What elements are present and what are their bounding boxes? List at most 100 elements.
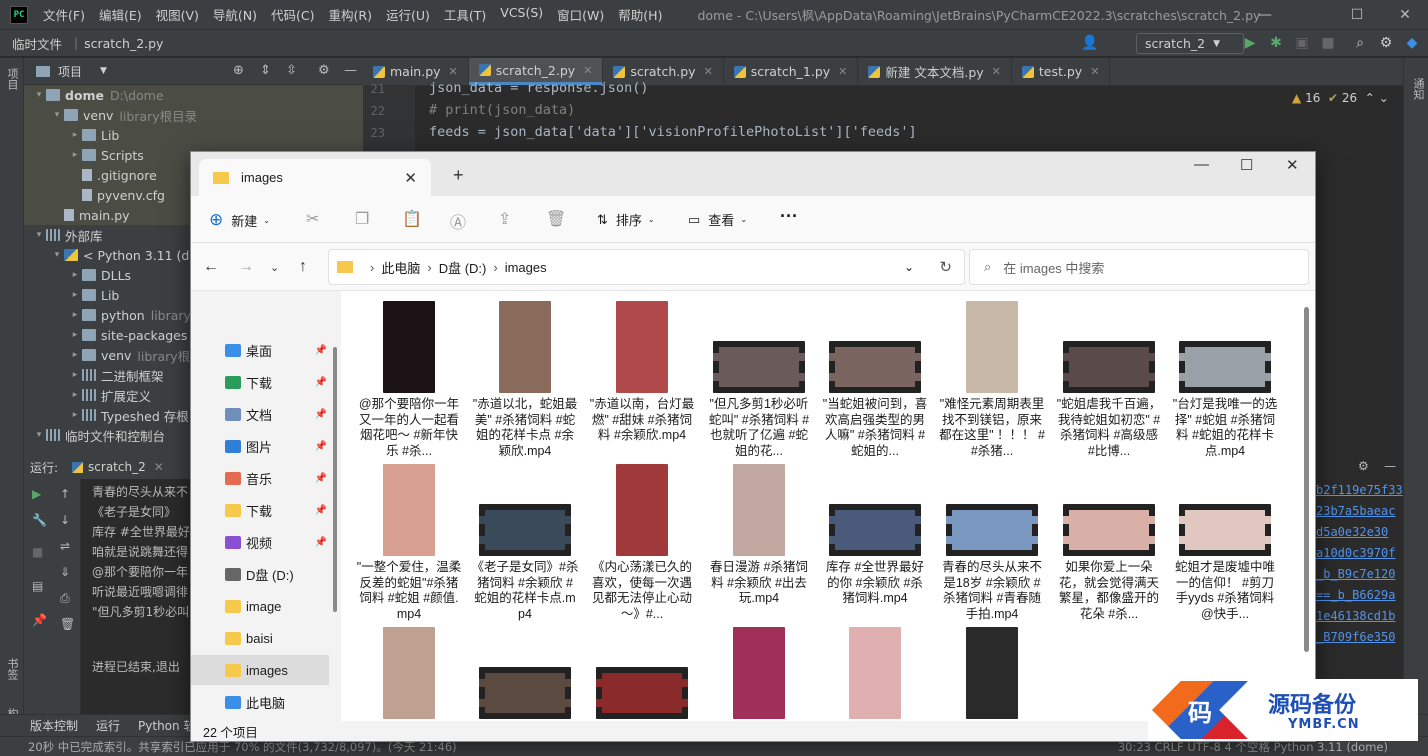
nav-item[interactable]: 下载 📌: [191, 367, 329, 397]
maximize-icon[interactable]: ☐: [1240, 156, 1253, 174]
file-item[interactable]: 如果你爱上一朵花，就会觉得满天繁星，都像盛开的花朵 #杀...: [1053, 464, 1165, 622]
file-item[interactable]: [936, 627, 1048, 721]
nav-item[interactable]: 视频 📌: [191, 527, 329, 557]
project-tool-tab[interactable]: 项目: [4, 68, 20, 90]
close-icon[interactable]: ✕: [838, 65, 847, 78]
file-item[interactable]: 青春的尽头从来不是18岁 #余颖欣 #杀猪饲料 #青春随手拍.mp4: [936, 464, 1048, 622]
file-item[interactable]: 春日漫游 #杀猪饲料 #余颖欣 #出去玩.mp4: [703, 464, 815, 607]
main-scrollbar[interactable]: [1304, 307, 1309, 652]
stop-icon[interactable]: ■: [32, 545, 43, 559]
console-link[interactable]: 1e46138cd1b: [1316, 609, 1403, 623]
refresh-icon[interactable]: ↻: [939, 258, 952, 276]
minimize-icon[interactable]: —: [1194, 156, 1209, 173]
pin-icon[interactable]: 📌: [315, 505, 327, 516]
search-box[interactable]: ⌕ 在 images 中搜索: [969, 249, 1309, 285]
file-item[interactable]: "赤道以北，蛇姐最美" #杀猪饲料 #蛇姐的花样卡点 #余颖欣.mp4: [469, 301, 581, 459]
nav-item[interactable]: images: [191, 655, 329, 685]
chevron-down-icon[interactable]: ⌄: [1379, 91, 1389, 105]
path-drive[interactable]: D盘 (D:): [439, 258, 487, 277]
close-icon[interactable]: ✕: [1382, 0, 1428, 29]
menu-item[interactable]: 运行(U): [386, 5, 430, 24]
gear-icon[interactable]: ⚙: [318, 63, 330, 78]
run-tab[interactable]: scratch_2: [88, 460, 146, 474]
file-item[interactable]: 蛇姐才是废墟中唯一的信仰！ #剪刀手yyds #杀猪饲料 @快手...: [1169, 464, 1281, 622]
breadcrumb-scratches[interactable]: 临时文件: [12, 34, 62, 53]
copy-icon[interactable]: ❐: [355, 209, 369, 229]
menu-item[interactable]: 导航(N): [213, 5, 257, 24]
share-icon[interactable]: ⇪: [498, 209, 511, 229]
nav-item[interactable]: 图片 📌: [191, 431, 329, 461]
notifications-tool-tab[interactable]: 通知: [1410, 78, 1426, 100]
pin-icon[interactable]: 📌: [315, 441, 327, 452]
hide-icon[interactable]: —: [344, 63, 357, 78]
nav-item[interactable]: 音乐 📌: [191, 463, 329, 493]
file-item[interactable]: "但凡多剪1秒必听蛇叫" #杀猪饲料 #也就听了亿遍 #蛇姐的花...: [703, 301, 815, 459]
nav-item[interactable]: D盘 (D:): [191, 559, 329, 589]
project-panel-title[interactable]: 项目: [58, 63, 82, 80]
close-icon[interactable]: ✕: [449, 65, 458, 78]
editor-tab[interactable]: 新建 文本文档.py ✕: [858, 58, 1012, 85]
locate-icon[interactable]: ⊕: [233, 63, 244, 78]
console-link[interactable]: b2f119e75f33: [1316, 483, 1403, 497]
layout-icon[interactable]: ▤: [32, 579, 43, 593]
console-link[interactable]: a10d0c3970f: [1316, 546, 1403, 560]
file-item[interactable]: 《老子是女同》#杀猪饲料 #余颖欣 #蛇姐的花样卡点.mp4: [469, 464, 581, 622]
bottom-tab[interactable]: 运行: [96, 717, 120, 734]
print-icon[interactable]: ⎙: [60, 591, 70, 606]
maximize-icon[interactable]: ☐: [1334, 0, 1380, 29]
chevron-down-icon[interactable]: ▼: [100, 66, 107, 76]
jetbrains-icon[interactable]: ◆: [1402, 33, 1422, 53]
pin-icon[interactable]: 📌: [315, 409, 327, 420]
file-item[interactable]: "赤道以南，台灯最燃" #甜妹 #杀猪饲料 #余颖欣.mp4: [586, 301, 698, 444]
pin-icon[interactable]: 📌: [315, 537, 327, 548]
stop-icon[interactable]: ■: [1318, 33, 1338, 53]
view-button[interactable]: ▭ 查看 ⌄: [688, 210, 747, 229]
close-icon[interactable]: ✕: [154, 460, 164, 474]
file-item[interactable]: [703, 627, 815, 721]
tree-item[interactable]: ▾ venv library根目录: [24, 105, 363, 125]
menu-item[interactable]: 代码(C): [271, 5, 314, 24]
nav-item[interactable]: 此电脑: [191, 687, 329, 717]
rerun-icon[interactable]: ▶: [32, 487, 41, 501]
file-item[interactable]: 《内心荡漾已久的喜欢，使每一次遇见都无法停止心动～》#...: [586, 464, 698, 622]
menu-item[interactable]: VCS(S): [500, 5, 543, 24]
console-link[interactable]: _B709f6e350: [1316, 630, 1403, 644]
file-item[interactable]: "一整个爱住，温柔反差的蛇姐"#杀猪饲料 #蛇姐 #颜值.mp4: [353, 464, 465, 622]
path-this-pc[interactable]: 此电脑: [381, 258, 420, 277]
run-icon[interactable]: ▶: [1240, 33, 1260, 53]
new-tab-icon[interactable]: +: [453, 165, 464, 186]
up-arrow-icon[interactable]: ↑: [60, 487, 70, 501]
run-config-select[interactable]: scratch_2 ▼: [1136, 33, 1244, 54]
file-item[interactable]: [586, 627, 698, 721]
inspection-widget[interactable]: ▲ 16 ✔ 26 ⌃ ⌄: [1292, 91, 1389, 105]
paste-icon[interactable]: 📋: [402, 209, 422, 229]
minimize-icon[interactable]: —: [1242, 0, 1288, 29]
breadcrumb-file[interactable]: scratch_2.py: [84, 36, 163, 51]
nav-item[interactable]: 桌面 📌: [191, 335, 329, 365]
console-link[interactable]: d5a0e32e30: [1316, 525, 1403, 539]
bottom-tab[interactable]: 版本控制: [30, 717, 78, 734]
code-line[interactable]: # print(json_data): [429, 102, 575, 118]
nav-item[interactable]: 下载 📌: [191, 495, 329, 525]
settings-icon[interactable]: ⚙: [1376, 33, 1396, 53]
pin-icon[interactable]: 📌: [315, 345, 327, 356]
recent-icon[interactable]: ⌄: [270, 261, 279, 274]
pin-icon[interactable]: 📌: [315, 377, 327, 388]
forward-icon[interactable]: →: [238, 258, 254, 276]
menu-item[interactable]: 窗口(W): [557, 5, 604, 24]
close-icon[interactable]: ✕: [1090, 65, 1099, 78]
debug-icon[interactable]: ✱: [1266, 33, 1286, 53]
chevron-up-icon[interactable]: ⌃: [1365, 91, 1375, 105]
up-icon[interactable]: ↑: [299, 258, 307, 276]
tree-item[interactable]: ▾ dome D:\dome: [24, 85, 363, 105]
nav-item[interactable]: image: [191, 591, 329, 621]
menu-item[interactable]: 视图(V): [156, 5, 199, 24]
close-icon[interactable]: ✕: [992, 65, 1001, 78]
file-item[interactable]: 库存 #全世界最好的你 #余颖欣 #杀猪饲料.mp4: [819, 464, 931, 607]
menu-item[interactable]: 编辑(E): [99, 5, 142, 24]
delete-icon[interactable]: 🗑: [546, 209, 566, 229]
search-icon[interactable]: ⌕: [1350, 33, 1370, 53]
bookmarks-tool-tab[interactable]: 书签: [4, 658, 20, 680]
file-item[interactable]: "当蛇姐被问到，喜欢高启强类型的男人嘛" #杀猪饲料 #蛇姐的...: [819, 301, 931, 459]
file-item[interactable]: @那个要陪你一年又一年的人一起看烟花吧～ #新年快乐 #杀...: [353, 301, 465, 459]
